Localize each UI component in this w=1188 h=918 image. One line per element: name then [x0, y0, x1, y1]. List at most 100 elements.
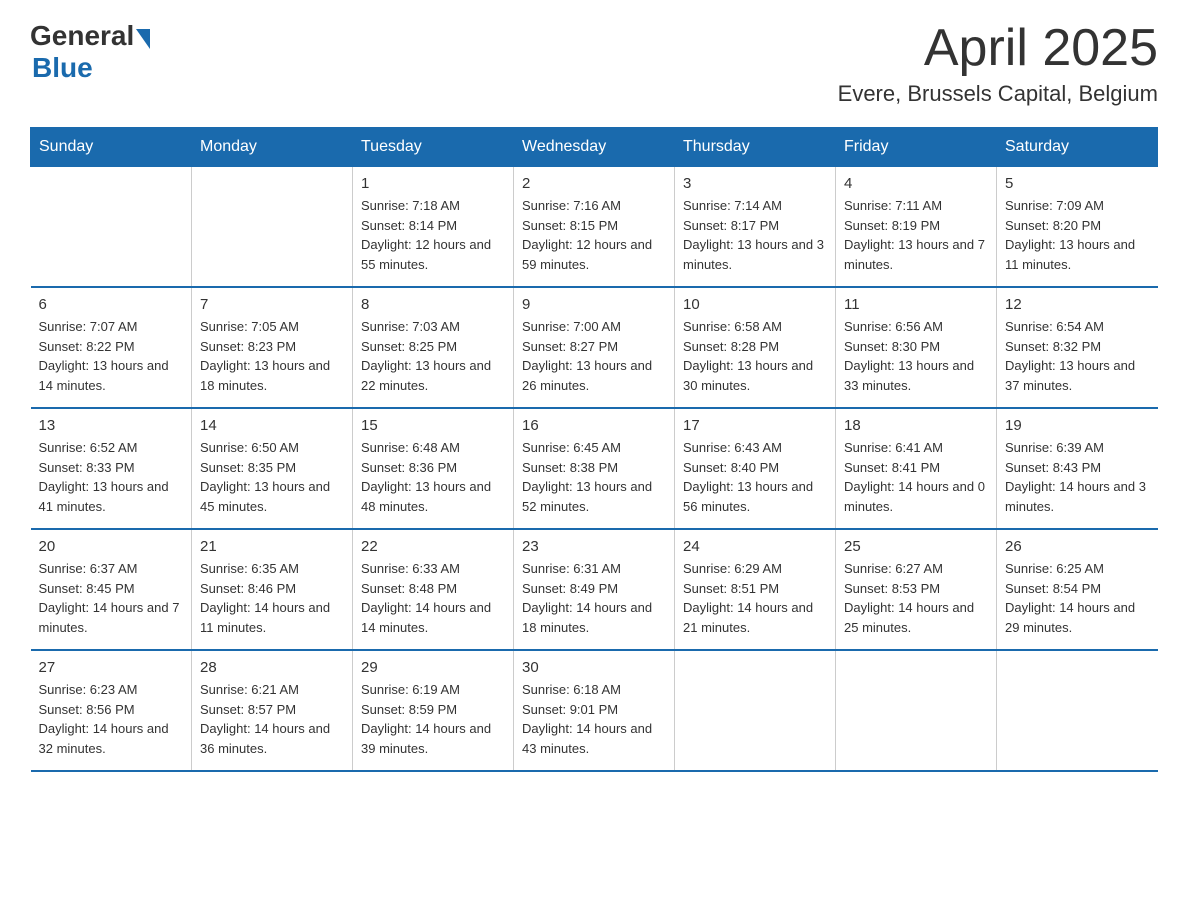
table-row — [675, 650, 836, 771]
day-number: 30 — [522, 659, 666, 676]
day-info: Sunrise: 7:14 AMSunset: 8:17 PMDaylight:… — [683, 196, 827, 274]
table-row: 3 Sunrise: 7:14 AMSunset: 8:17 PMDaylight… — [675, 167, 836, 288]
day-number: 8 — [361, 296, 505, 313]
table-row: 6 Sunrise: 7:07 AMSunset: 8:22 PMDaylight… — [31, 287, 192, 408]
day-number: 28 — [200, 659, 344, 676]
title-area: April 2025 Evere, Brussels Capital, Belg… — [838, 20, 1158, 107]
day-number: 23 — [522, 538, 666, 555]
calendar-header: Sunday Monday Tuesday Wednesday Thursday… — [31, 128, 1158, 167]
table-row: 7Sunrise: 7:05 AMSunset: 8:23 PMDaylight… — [192, 287, 353, 408]
col-thursday: Thursday — [675, 128, 836, 167]
table-row: 22 Sunrise: 6:33 AMSunset: 8:48 PMDayligh… — [353, 529, 514, 650]
day-number: 2 — [522, 175, 666, 192]
day-info: Sunrise: 6:18 AMSunset: 9:01 PMDaylight:… — [522, 680, 666, 758]
table-row: 26Sunrise: 6:25 AMSunset: 8:54 PMDayligh… — [997, 529, 1158, 650]
table-row: 13 Sunrise: 6:52 AMSunset: 8:33 PMDayligh… — [31, 408, 192, 529]
calendar-week-row: 27 Sunrise: 6:23 AMSunset: 8:56 PMDayligh… — [31, 650, 1158, 771]
day-info: Sunrise: 6:52 AMSunset: 8:33 PMDaylight:… — [39, 438, 184, 516]
day-number: 14 — [200, 417, 344, 434]
day-number: 27 — [39, 659, 184, 676]
day-number: 13 — [39, 417, 184, 434]
day-number: 1 — [361, 175, 505, 192]
table-row: 28 Sunrise: 6:21 AMSunset: 8:57 PMDayligh… — [192, 650, 353, 771]
day-info: Sunrise: 6:56 AMSunset: 8:30 PMDaylight:… — [844, 317, 988, 395]
col-tuesday: Tuesday — [353, 128, 514, 167]
day-number: 17 — [683, 417, 827, 434]
logo-blue: Blue — [32, 52, 150, 84]
day-info: Sunrise: 6:39 AMSunset: 8:43 PMDaylight:… — [1005, 438, 1150, 516]
day-number: 11 — [844, 296, 988, 313]
day-info: Sunrise: 6:19 AMSunset: 8:59 PMDaylight:… — [361, 680, 505, 758]
logo-triangle-icon — [136, 29, 150, 49]
day-number: 21 — [200, 538, 344, 555]
logo-general: General — [30, 20, 134, 52]
table-row: 27 Sunrise: 6:23 AMSunset: 8:56 PMDayligh… — [31, 650, 192, 771]
calendar-week-row: 6 Sunrise: 7:07 AMSunset: 8:22 PMDaylight… — [31, 287, 1158, 408]
day-info: Sunrise: 6:27 AMSunset: 8:53 PMDaylight:… — [844, 559, 988, 637]
table-row: 15 Sunrise: 6:48 AMSunset: 8:36 PMDayligh… — [353, 408, 514, 529]
day-info: Sunrise: 6:54 AMSunset: 8:32 PMDaylight:… — [1005, 317, 1150, 395]
table-row: 18 Sunrise: 6:41 AMSunset: 8:41 PMDayligh… — [836, 408, 997, 529]
col-monday: Monday — [192, 128, 353, 167]
day-number: 10 — [683, 296, 827, 313]
day-info: Sunrise: 7:16 AMSunset: 8:15 PMDaylight:… — [522, 196, 666, 274]
day-number: 12 — [1005, 296, 1150, 313]
table-row: 23 Sunrise: 6:31 AMSunset: 8:49 PMDayligh… — [514, 529, 675, 650]
day-number: 3 — [683, 175, 827, 192]
col-saturday: Saturday — [997, 128, 1158, 167]
day-number: 4 — [844, 175, 988, 192]
day-info: Sunrise: 6:33 AMSunset: 8:48 PMDaylight:… — [361, 559, 505, 637]
month-title: April 2025 — [838, 20, 1158, 77]
day-info: Sunrise: 6:48 AMSunset: 8:36 PMDaylight:… — [361, 438, 505, 516]
day-number: 19 — [1005, 417, 1150, 434]
day-info: Sunrise: 6:31 AMSunset: 8:49 PMDaylight:… — [522, 559, 666, 637]
table-row: 24Sunrise: 6:29 AMSunset: 8:51 PMDayligh… — [675, 529, 836, 650]
table-row: 12 Sunrise: 6:54 AMSunset: 8:32 PMDayligh… — [997, 287, 1158, 408]
table-row: 16Sunrise: 6:45 AMSunset: 8:38 PMDayligh… — [514, 408, 675, 529]
day-number: 5 — [1005, 175, 1150, 192]
day-number: 18 — [844, 417, 988, 434]
table-row: 19 Sunrise: 6:39 AMSunset: 8:43 PMDayligh… — [997, 408, 1158, 529]
calendar-body: 1 Sunrise: 7:18 AMSunset: 8:14 PMDaylight… — [31, 167, 1158, 772]
header-row: Sunday Monday Tuesday Wednesday Thursday… — [31, 128, 1158, 167]
day-info: Sunrise: 7:11 AMSunset: 8:19 PMDaylight:… — [844, 196, 988, 274]
calendar-week-row: 1 Sunrise: 7:18 AMSunset: 8:14 PMDaylight… — [31, 167, 1158, 288]
day-number: 16 — [522, 417, 666, 434]
location-title: Evere, Brussels Capital, Belgium — [838, 81, 1158, 107]
day-info: Sunrise: 6:23 AMSunset: 8:56 PMDaylight:… — [39, 680, 184, 758]
col-sunday: Sunday — [31, 128, 192, 167]
day-number: 9 — [522, 296, 666, 313]
page-header: General Blue April 2025 Evere, Brussels … — [30, 20, 1158, 107]
table-row: 8 Sunrise: 7:03 AMSunset: 8:25 PMDaylight… — [353, 287, 514, 408]
day-info: Sunrise: 6:21 AMSunset: 8:57 PMDaylight:… — [200, 680, 344, 758]
table-row: 11 Sunrise: 6:56 AMSunset: 8:30 PMDayligh… — [836, 287, 997, 408]
day-number: 26 — [1005, 538, 1150, 555]
table-row: 30 Sunrise: 6:18 AMSunset: 9:01 PMDayligh… — [514, 650, 675, 771]
table-row: 9Sunrise: 7:00 AMSunset: 8:27 PMDaylight… — [514, 287, 675, 408]
col-wednesday: Wednesday — [514, 128, 675, 167]
table-row — [836, 650, 997, 771]
logo: General Blue — [30, 20, 150, 84]
day-info: Sunrise: 6:50 AMSunset: 8:35 PMDaylight:… — [200, 438, 344, 516]
table-row: 1 Sunrise: 7:18 AMSunset: 8:14 PMDaylight… — [353, 167, 514, 288]
table-row — [192, 167, 353, 288]
day-info: Sunrise: 7:07 AMSunset: 8:22 PMDaylight:… — [39, 317, 184, 395]
table-row: 4 Sunrise: 7:11 AMSunset: 8:19 PMDaylight… — [836, 167, 997, 288]
table-row — [997, 650, 1158, 771]
day-info: Sunrise: 7:03 AMSunset: 8:25 PMDaylight:… — [361, 317, 505, 395]
day-number: 29 — [361, 659, 505, 676]
day-number: 22 — [361, 538, 505, 555]
day-info: Sunrise: 6:41 AMSunset: 8:41 PMDaylight:… — [844, 438, 988, 516]
table-row: 10Sunrise: 6:58 AMSunset: 8:28 PMDayligh… — [675, 287, 836, 408]
day-number: 15 — [361, 417, 505, 434]
table-row: 29 Sunrise: 6:19 AMSunset: 8:59 PMDayligh… — [353, 650, 514, 771]
day-number: 6 — [39, 296, 184, 313]
day-number: 25 — [844, 538, 988, 555]
calendar-week-row: 13 Sunrise: 6:52 AMSunset: 8:33 PMDayligh… — [31, 408, 1158, 529]
day-info: Sunrise: 7:18 AMSunset: 8:14 PMDaylight:… — [361, 196, 505, 274]
day-number: 7 — [200, 296, 344, 313]
table-row: 2 Sunrise: 7:16 AMSunset: 8:15 PMDaylight… — [514, 167, 675, 288]
table-row: 14 Sunrise: 6:50 AMSunset: 8:35 PMDayligh… — [192, 408, 353, 529]
day-info: Sunrise: 7:09 AMSunset: 8:20 PMDaylight:… — [1005, 196, 1150, 274]
table-row: 5 Sunrise: 7:09 AMSunset: 8:20 PMDaylight… — [997, 167, 1158, 288]
